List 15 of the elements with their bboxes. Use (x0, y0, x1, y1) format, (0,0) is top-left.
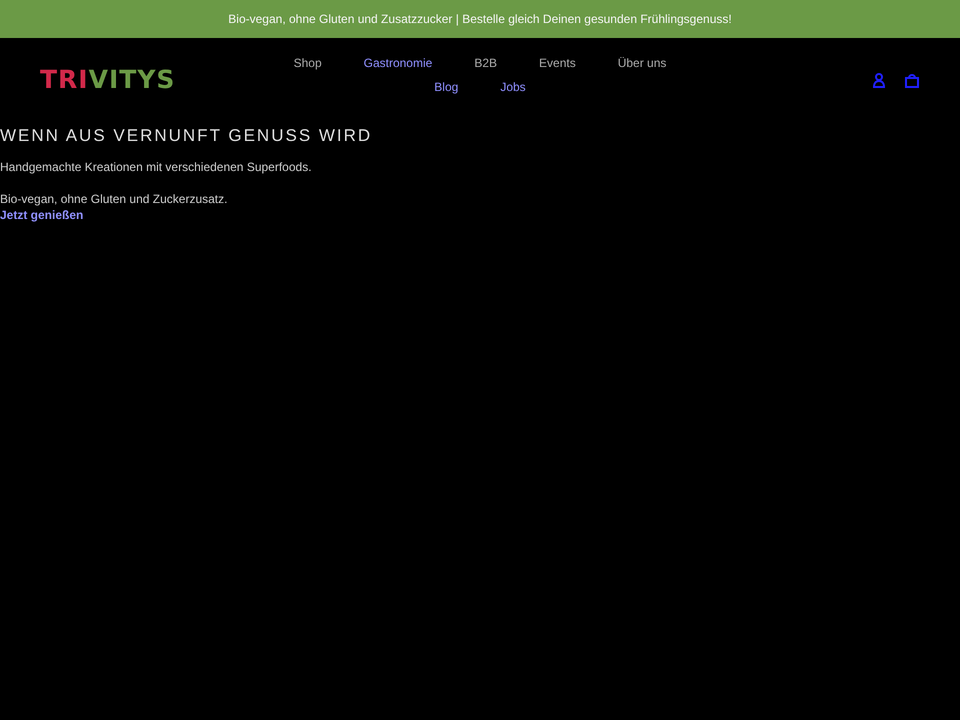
brand-logo[interactable]: TRIVITYS (40, 65, 250, 94)
cart-icon[interactable] (904, 72, 920, 88)
hero-text: Handgemachte Kreationen mit verschiedenen Superfoods. (0, 160, 313, 174)
hero-headline: WENN AUS VERNUNFT GENUSS WIRD (0, 126, 374, 146)
account-icon[interactable] (872, 72, 886, 88)
nav-link[interactable]: Über uns (596, 56, 688, 70)
nav-link[interactable]: Shop (272, 56, 343, 70)
nav-link[interactable]: Blog (413, 80, 480, 94)
hero-text: Bio-vegan, ohne Gluten und Zuckerzusatz. (0, 192, 228, 206)
nav-link[interactable]: Gastronomie (342, 56, 454, 70)
nav-link[interactable]: Jobs (479, 80, 547, 94)
cta-link[interactable]: Jetzt genießen (0, 208, 84, 222)
announcement-bar: Bio-vegan, ohne Gluten und Zusatzzucker | Bestelle gleich Deinen gesunden Frühlingsgenuss! (0, 0, 960, 38)
nav-link[interactable]: B2B (453, 56, 518, 70)
nav-link[interactable]: Events (518, 56, 597, 70)
